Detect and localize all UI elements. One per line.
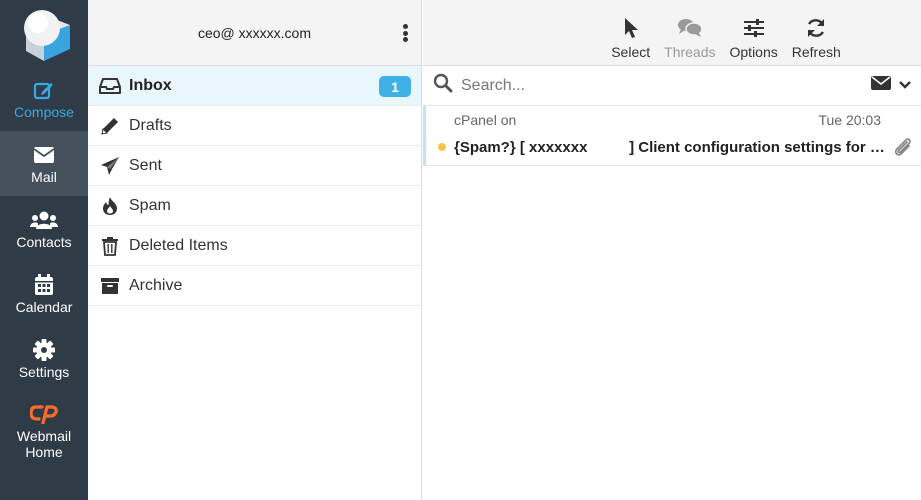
nav-compose[interactable]: Compose <box>0 66 88 131</box>
folder-inbox[interactable]: Inbox 1 <box>88 66 421 106</box>
compose-icon <box>33 78 55 102</box>
chevron-down-icon <box>899 77 911 95</box>
trash-icon <box>98 235 122 257</box>
webmail-app: Compose Mail Contacts Calendar Settings … <box>0 0 921 500</box>
options-button[interactable]: Options <box>730 0 778 60</box>
envelope-icon <box>33 143 55 167</box>
chat-bubbles-icon <box>677 15 703 41</box>
folder-label: Archive <box>129 276 183 294</box>
pencil-icon <box>98 115 122 137</box>
calendar-icon <box>34 273 54 297</box>
refresh-button[interactable]: Refresh <box>792 0 841 60</box>
search-bar <box>423 66 921 106</box>
cpanel-icon <box>30 402 58 426</box>
folder-drafts[interactable]: Drafts <box>88 106 421 146</box>
roundcube-logo-icon <box>24 10 70 61</box>
unread-dot-icon <box>438 143 446 151</box>
paper-plane-icon <box>98 155 122 177</box>
nav-webmail-home[interactable]: Webmail Home <box>0 391 88 467</box>
folder-label: Spam <box>129 196 171 214</box>
select-label: Select <box>611 44 651 60</box>
folder-label: Sent <box>129 156 162 174</box>
search-input[interactable] <box>461 76 871 95</box>
kebab-menu-icon[interactable] <box>397 20 413 46</box>
nav-contacts-label: Contacts <box>16 233 72 250</box>
threads-button[interactable]: Threads <box>664 0 716 60</box>
message-list-item[interactable]: cPanel on Tue 20:03 {Spam?} [ xxxxxxx ] … <box>423 106 921 166</box>
users-icon <box>30 208 58 232</box>
select-button[interactable]: Select <box>611 0 650 60</box>
unread-count-badge: 1 <box>379 76 411 97</box>
nav-compose-label: Compose <box>14 103 74 120</box>
gear-icon <box>33 338 55 362</box>
fire-icon <box>98 195 122 217</box>
folder-label: Deleted Items <box>129 236 228 254</box>
nav-settings-label: Settings <box>18 363 70 380</box>
sliders-icon <box>743 15 765 41</box>
paperclip-icon <box>893 136 913 163</box>
folder-sent[interactable]: Sent <box>88 146 421 186</box>
options-label: Options <box>729 44 778 60</box>
folder-archive[interactable]: Archive <box>88 266 421 306</box>
cursor-arrow-icon <box>623 15 639 41</box>
account-bar: ceo@ xxxxxx.com <box>88 0 421 66</box>
refresh-icon <box>805 15 827 41</box>
nav-contacts[interactable]: Contacts <box>0 196 88 261</box>
search-icon <box>433 73 453 98</box>
inbox-icon <box>98 75 122 97</box>
nav-webmail-label: Webmail Home <box>16 428 72 460</box>
folder-label: Drafts <box>129 116 172 134</box>
nav-mail-label: Mail <box>31 168 57 185</box>
folder-spam[interactable]: Spam <box>88 186 421 226</box>
message-sender: cPanel on <box>454 112 517 128</box>
folder-label: Inbox <box>129 76 172 94</box>
nav-calendar-label: Calendar <box>15 298 73 315</box>
nav-calendar[interactable]: Calendar <box>0 261 88 326</box>
logo[interactable] <box>0 0 88 66</box>
folder-deleted-items[interactable]: Deleted Items <box>88 226 421 266</box>
archive-box-icon <box>98 275 122 297</box>
threads-label: Threads <box>664 44 716 60</box>
main-nav: Compose Mail Contacts Calendar Settings … <box>0 0 88 500</box>
refresh-label: Refresh <box>791 44 841 60</box>
folder-panel: ceo@ xxxxxx.com Inbox 1 Drafts Sent Spam… <box>88 0 422 500</box>
message-toolbar: Select Threads Options Refresh <box>423 0 921 66</box>
message-panel: Select Threads Options Refresh Search...… <box>423 0 921 500</box>
nav-mail[interactable]: Mail <box>0 131 88 196</box>
account-email: ceo@ xxxxxx.com <box>197 24 311 41</box>
message-date: Tue 20:03 <box>818 112 881 128</box>
nav-settings[interactable]: Settings <box>0 326 88 391</box>
message-subject: {Spam?} [ xxxxxxx ] Client configuration… <box>454 139 886 156</box>
search-scope-dropdown[interactable] <box>871 75 911 96</box>
envelope-icon <box>871 75 891 96</box>
